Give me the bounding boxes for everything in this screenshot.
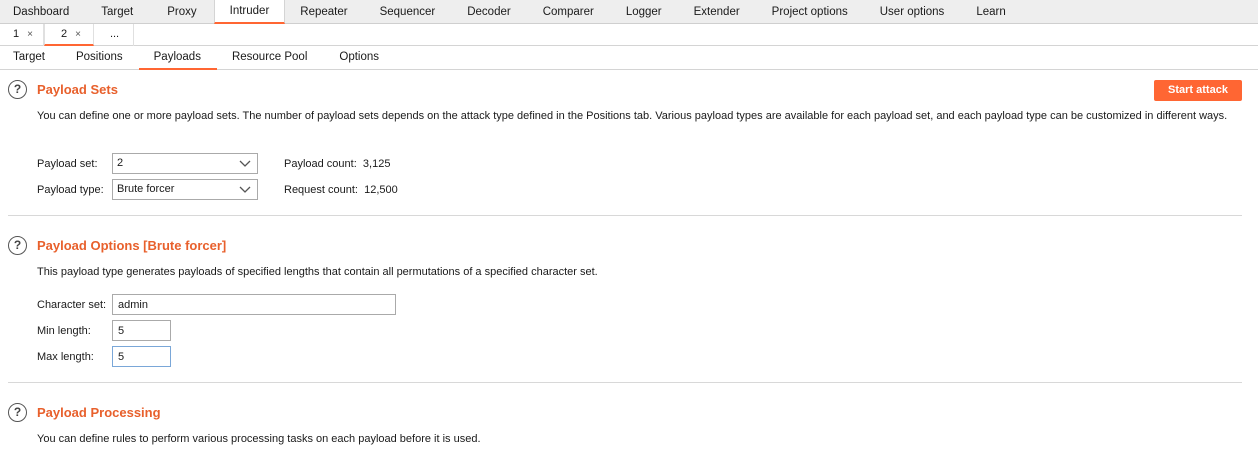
tab-learn[interactable]: Learn — [960, 0, 1021, 24]
start-attack-button[interactable]: Start attack — [1154, 80, 1242, 101]
section-divider — [8, 215, 1242, 216]
tab-extender[interactable]: Extender — [678, 0, 756, 24]
tab-logger[interactable]: Logger — [610, 0, 678, 24]
close-icon[interactable]: × — [75, 29, 81, 40]
instance-tab-label: 1 — [13, 28, 20, 40]
chevron-down-icon — [239, 160, 251, 167]
tab-intruder[interactable]: Intruder — [213, 0, 286, 24]
payload-sets-description: You can define one or more payload sets.… — [37, 110, 1228, 122]
request-count-label: Request count: 12,500 — [284, 184, 398, 196]
tab-sequencer[interactable]: Sequencer — [364, 0, 452, 24]
instance-tab-1[interactable]: 1 × — [0, 24, 44, 46]
character-set-input[interactable] — [112, 294, 396, 315]
help-icon[interactable]: ? — [8, 236, 27, 255]
payload-type-select[interactable]: Brute forcer — [112, 179, 258, 200]
payload-type-label: Payload type: — [37, 184, 104, 196]
payload-sets-title: Payload Sets — [37, 82, 118, 97]
tab-user-options[interactable]: User options — [864, 0, 961, 24]
payload-options-description: This payload type generates payloads of … — [37, 266, 598, 278]
payload-set-label: Payload set: — [37, 158, 98, 170]
chevron-down-icon — [239, 186, 251, 193]
max-length-label: Max length: — [37, 351, 94, 363]
request-count-value: 12,500 — [364, 184, 398, 196]
payload-set-select[interactable]: 2 — [112, 153, 258, 174]
payload-count-value: 3,125 — [362, 158, 391, 170]
tab-resource-pool[interactable]: Resource Pool — [217, 46, 323, 70]
instance-tab-label: 2 — [60, 28, 68, 40]
tab-project-options[interactable]: Project options — [756, 0, 864, 24]
main-tab-bar: Dashboard Target Proxy Intruder Repeater… — [0, 0, 1258, 24]
tab-comparer[interactable]: Comparer — [527, 0, 610, 24]
tab-dashboard[interactable]: Dashboard — [0, 0, 82, 24]
payload-set-value: 2 — [117, 157, 124, 169]
new-instance-tab[interactable]: ... — [94, 24, 135, 46]
payload-options-title: Payload Options [Brute forcer] — [37, 238, 227, 253]
tab-payloads[interactable]: Payloads — [138, 46, 217, 70]
close-icon[interactable]: × — [27, 29, 33, 40]
min-length-label: Min length: — [37, 325, 91, 337]
min-length-input[interactable] — [112, 320, 171, 341]
payload-processing-description: You can define rules to perform various … — [37, 433, 481, 445]
help-icon[interactable]: ? — [8, 80, 27, 99]
intruder-sub-tabs: Target Positions Payloads Resource Pool … — [0, 46, 1258, 70]
payload-type-value: Brute forcer — [117, 183, 175, 195]
help-icon[interactable]: ? — [8, 403, 27, 422]
tab-repeater[interactable]: Repeater — [285, 0, 363, 24]
instance-tab-2[interactable]: 2 × — [43, 24, 94, 46]
section-divider — [8, 382, 1242, 383]
tab-proxy[interactable]: Proxy — [150, 0, 213, 24]
payload-count-label: Payload count: 3,125 — [284, 158, 391, 170]
tab-decoder[interactable]: Decoder — [451, 0, 526, 24]
intruder-instance-tabs: 1 × 2 × ... — [0, 24, 1258, 46]
tab-options[interactable]: Options — [323, 46, 395, 70]
tab-target[interactable]: Target — [0, 46, 60, 70]
tab-target[interactable]: Target — [82, 0, 150, 24]
character-set-label: Character set: — [37, 299, 107, 311]
tab-positions[interactable]: Positions — [60, 46, 139, 70]
payload-processing-title: Payload Processing — [37, 405, 161, 420]
max-length-input[interactable] — [112, 346, 171, 367]
